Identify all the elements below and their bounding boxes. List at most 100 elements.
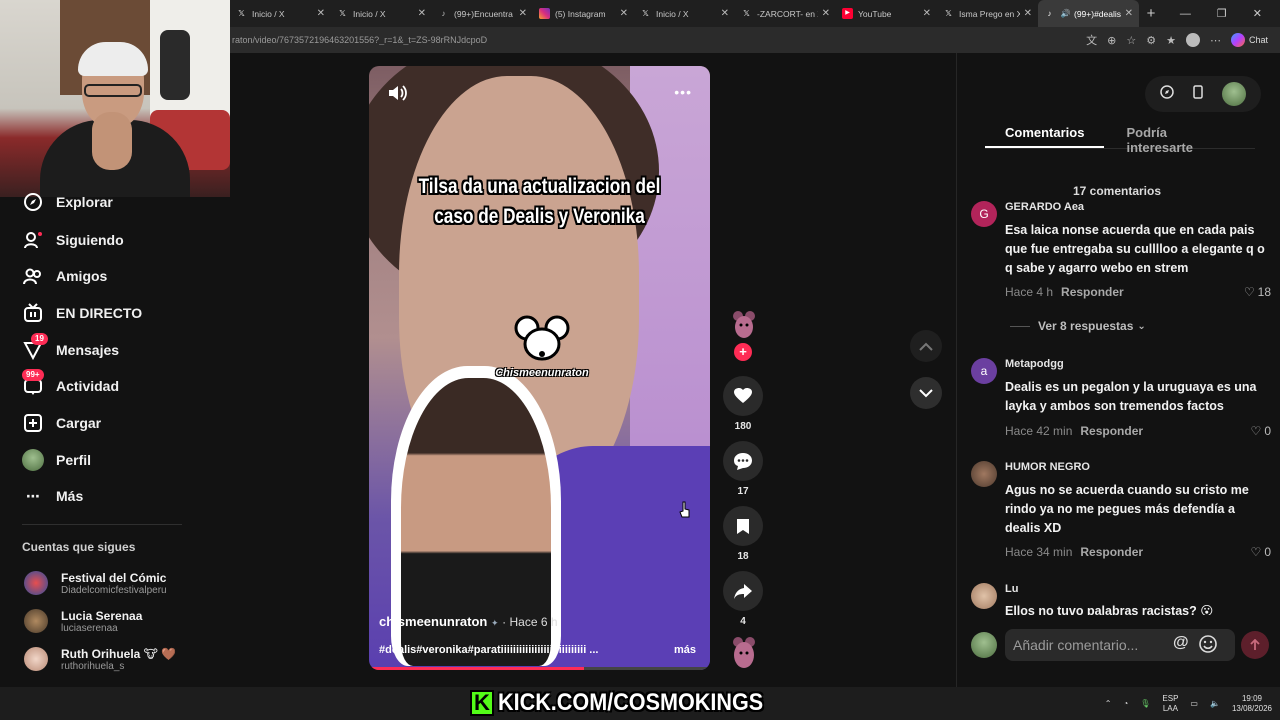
- save-button[interactable]: [723, 506, 763, 546]
- close-tab-icon[interactable]: ✕: [620, 8, 628, 19]
- close-tab-icon[interactable]: ✕: [1125, 8, 1133, 19]
- comment-text: Dealis es un pegalon y la uruguaya es un…: [1005, 380, 1257, 413]
- user-avatar[interactable]: [1221, 82, 1246, 106]
- music-disc-icon[interactable]: [732, 636, 756, 670]
- compass-icon[interactable]: [1160, 84, 1175, 104]
- reply-button[interactable]: Responder: [1080, 545, 1143, 559]
- new-tab-button[interactable]: +: [1139, 5, 1163, 22]
- video-more-icon[interactable]: •••: [674, 84, 692, 100]
- browser-tab[interactable]: 𝕏 -ZARCORT- en X ✕: [735, 0, 836, 27]
- heart-outline-icon: ♡: [1243, 285, 1255, 299]
- browser-tab[interactable]: 𝕏 Inicio / X ✕: [634, 0, 735, 27]
- browser-tab-strip: 𝕏 Inicio / X ✕ 𝕏 Inicio / X ✕ ♪ (99+)Encuentr…: [230, 0, 1280, 27]
- arrow-up-icon: [1250, 639, 1260, 650]
- comment-username[interactable]: Metapodgg: [1005, 358, 1064, 370]
- browser-tab[interactable]: 𝕏 Inicio / X ✕: [331, 0, 432, 27]
- favorites-icon[interactable]: ★: [1166, 34, 1176, 47]
- emoji-icon[interactable]: [1199, 635, 1217, 658]
- close-tab-icon[interactable]: ✕: [317, 8, 325, 19]
- tab-podria-interesarte[interactable]: Podría interesarte: [1126, 119, 1233, 155]
- microphone-icon[interactable]: 🎙: [1140, 699, 1150, 708]
- volume-icon[interactable]: [387, 84, 407, 107]
- language-indicator[interactable]: ESP LAA: [1162, 694, 1178, 714]
- network-icon[interactable]: ◔: [1123, 699, 1128, 708]
- volume-icon[interactable]: 🔈: [1210, 699, 1220, 708]
- following-account[interactable]: Festival del Cómic Diadelcomicfestivalper…: [24, 567, 167, 599]
- reply-button[interactable]: Responder: [1080, 424, 1143, 438]
- close-tab-icon[interactable]: ✕: [1024, 8, 1032, 19]
- close-tab-icon[interactable]: ✕: [418, 8, 426, 19]
- previous-video-button[interactable]: [910, 330, 942, 362]
- clock[interactable]: 19:09 13/08/2026: [1232, 694, 1272, 714]
- comments-tabs: Comentarios Podría interesarte: [985, 119, 1255, 155]
- comment-count-label: 17 comentarios: [1072, 184, 1162, 198]
- sidebar-item-explorar[interactable]: Explorar: [22, 187, 113, 217]
- bookmark-star-icon[interactable]: ☆: [1126, 34, 1136, 47]
- sidebar-item-actividad[interactable]: 99+ Actividad: [22, 369, 119, 401]
- video-progress-bar[interactable]: [369, 667, 710, 670]
- comment-like-button[interactable]: ♡ 0: [1251, 424, 1271, 438]
- mention-icon[interactable]: @: [1173, 634, 1189, 652]
- mobile-icon[interactable]: [1193, 84, 1203, 104]
- like-button[interactable]: [723, 376, 763, 416]
- browser-tab[interactable]: 𝕏 Inicio / X ✕: [230, 0, 331, 27]
- display-icon[interactable]: ▭: [1190, 699, 1198, 708]
- sidebar-item-amigos[interactable]: Amigos: [22, 261, 107, 291]
- zoom-icon[interactable]: ⊕: [1107, 34, 1116, 47]
- avatar[interactable]: [971, 461, 997, 487]
- comment-username[interactable]: GERARDO Aea: [1005, 201, 1084, 213]
- avatar[interactable]: G: [971, 201, 997, 227]
- url-text[interactable]: raton/video/7673572196463201556?_r=1&_t=…: [230, 35, 1086, 45]
- sidebar-item-en-directo[interactable]: EN DIRECTO: [22, 298, 142, 328]
- following-account[interactable]: Lucia Serenaa luciaserenaa: [24, 605, 142, 637]
- reply-button[interactable]: Responder: [1061, 285, 1124, 299]
- copilot-chat-button[interactable]: Chat: [1230, 33, 1268, 47]
- close-tab-icon[interactable]: ✕: [519, 8, 527, 19]
- add-comment-row: @: [971, 629, 1269, 663]
- comment-username[interactable]: HUMOR NEGRO: [1005, 461, 1090, 473]
- creator-avatar[interactable]: [732, 310, 756, 340]
- browser-tab-active[interactable]: ♪ 🔊 (99+)#dealis ✕: [1038, 0, 1139, 27]
- chevron-up-icon[interactable]: ⌃: [1105, 699, 1112, 708]
- video-player[interactable]: Tilsa da una actualizacion del caso de D…: [369, 66, 710, 670]
- more-menu-icon[interactable]: ⋯: [1210, 34, 1221, 47]
- browser-tab[interactable]: (5) Instagram ✕: [533, 0, 634, 27]
- avatar: [24, 647, 48, 671]
- next-video-button[interactable]: [910, 377, 942, 409]
- more-link[interactable]: más: [674, 644, 696, 656]
- sidebar-item-siguiendo[interactable]: Siguiendo: [22, 225, 124, 255]
- extension-icon[interactable]: ⚙: [1146, 34, 1156, 47]
- x-logo-icon: 𝕏: [238, 9, 245, 18]
- tab-comentarios[interactable]: Comentarios: [985, 119, 1105, 148]
- share-count: 4: [740, 616, 746, 627]
- close-tab-icon[interactable]: ✕: [721, 8, 729, 19]
- sidebar-item-cargar[interactable]: Cargar: [22, 408, 101, 438]
- close-tab-icon[interactable]: ✕: [923, 8, 931, 19]
- video-author[interactable]: chismeenunraton ✦ · Hace 6 h: [379, 614, 558, 629]
- profile-icon[interactable]: [1185, 33, 1200, 47]
- view-replies-button[interactable]: Ver 8 respuestas ⌄: [1010, 319, 1146, 333]
- follow-button[interactable]: +: [734, 343, 752, 361]
- comment-username[interactable]: Lu: [1005, 583, 1018, 595]
- sidebar-item-mas[interactable]: ⋯ Más: [22, 481, 83, 511]
- live-icon: [22, 302, 44, 324]
- comment-like-button[interactable]: ♡ 18: [1244, 285, 1271, 299]
- minimize-icon[interactable]: —: [1180, 8, 1191, 20]
- translate-icon[interactable]: 文: [1086, 32, 1097, 48]
- share-button[interactable]: [723, 571, 763, 611]
- sidebar-item-perfil[interactable]: Perfil: [22, 445, 91, 475]
- address-bar[interactable]: raton/video/7673572196463201556?_r=1&_t=…: [230, 27, 1280, 53]
- avatar[interactable]: [971, 583, 997, 609]
- browser-tab[interactable]: ♪(99+)Encuentra 'p✕: [432, 0, 533, 27]
- sidebar-item-mensajes[interactable]: 19 Mensajes: [22, 333, 119, 365]
- send-comment-button[interactable]: [1241, 631, 1269, 659]
- comment-button[interactable]: [723, 441, 763, 481]
- comment-like-button[interactable]: ♡ 0: [1251, 545, 1271, 559]
- avatar[interactable]: a: [971, 358, 997, 384]
- close-window-icon[interactable]: ✕: [1253, 7, 1262, 20]
- close-tab-icon[interactable]: ✕: [822, 8, 830, 19]
- browser-tab[interactable]: ▶ YouTube ✕: [836, 0, 937, 27]
- restore-icon[interactable]: ❐: [1217, 7, 1227, 20]
- browser-tab[interactable]: 𝕏 Isma Prego en X ✕: [937, 0, 1038, 27]
- following-account[interactable]: Ruth Orihuela 🐮 🤎 ruthorihuela_s: [24, 643, 176, 675]
